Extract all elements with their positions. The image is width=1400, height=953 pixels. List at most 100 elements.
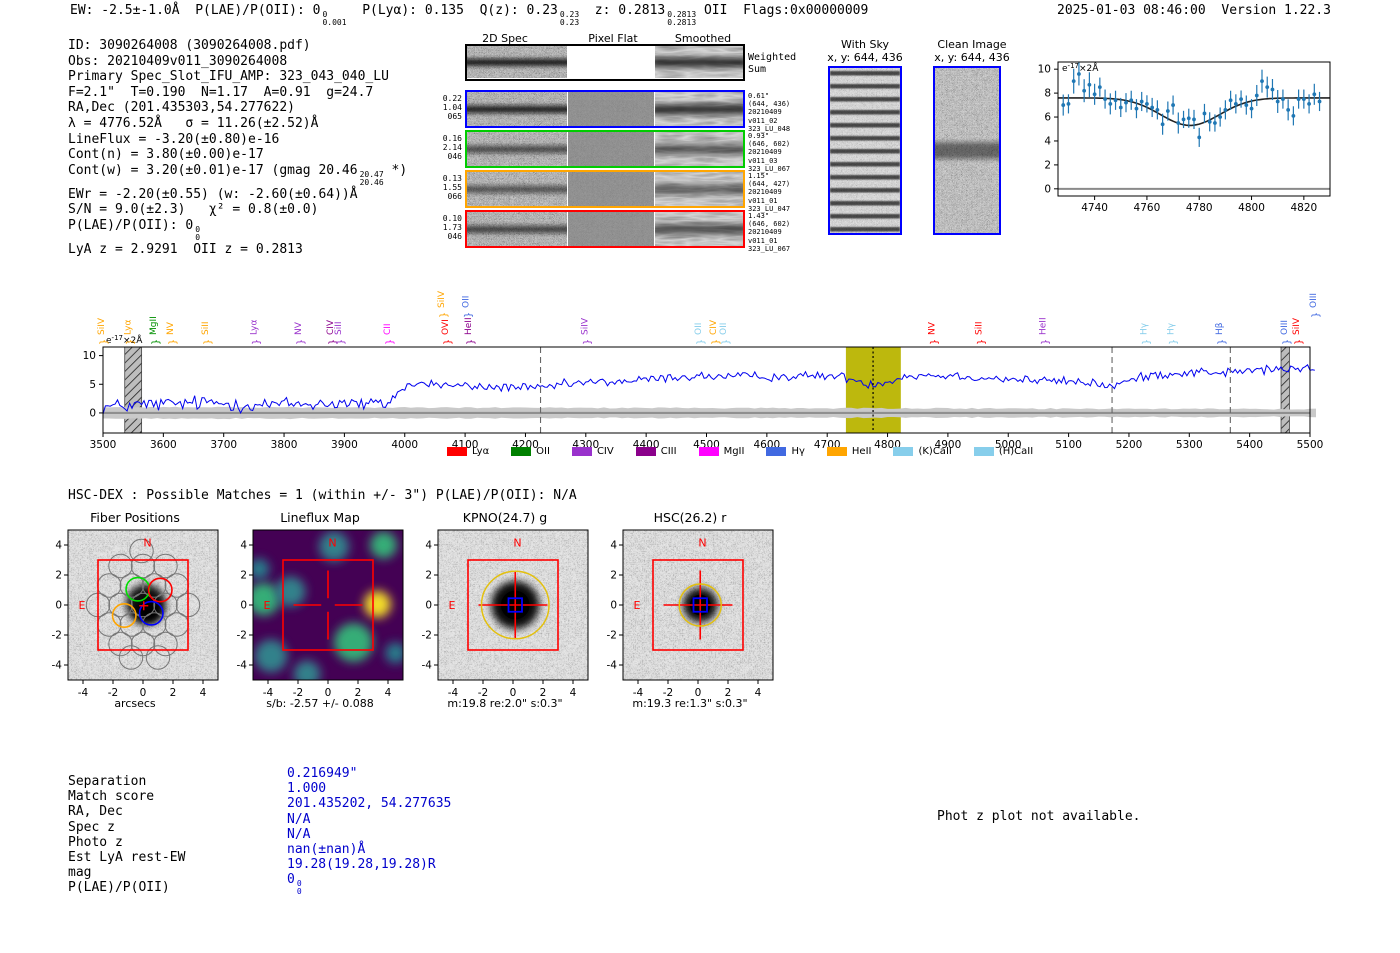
svg-text:4: 4 — [1044, 135, 1051, 147]
svg-text:{: { — [465, 339, 476, 345]
svg-text:OIII: OIII — [1280, 320, 1290, 335]
svg-text:{: { — [125, 339, 136, 345]
spec2d-row-left-label: 0.10 1.73 046 — [442, 214, 462, 241]
sup-sub-stack: 00 — [195, 224, 201, 242]
pixel-flat-image — [568, 46, 654, 79]
emission-line-marker: {NV — [928, 321, 940, 345]
svg-text:-2: -2 — [422, 630, 432, 642]
cutout-panel: N E -4 -4 -2 -2 0 0 2 2 4 4 — [595, 524, 785, 710]
info-line: Cont(n) = 3.80(±0.00)e-17 — [68, 147, 264, 163]
svg-text:SiIV: SiIV — [1292, 317, 1302, 335]
match-field-label: Est LyA rest-EW — [68, 850, 186, 866]
svg-text:4: 4 — [240, 540, 247, 552]
emission-line-marker: {MgII — [149, 316, 161, 345]
match-table-values: 0.216949" 1.000 201.435202, 54.277635 N/A N/… — [287, 766, 451, 896]
legend-item: Lyα — [447, 446, 489, 457]
cutout-image-image: NE-4-4-2-2002244 — [422, 529, 589, 699]
svg-text:{: { — [250, 339, 261, 345]
masked-region — [1280, 346, 1290, 434]
legend-swatch — [698, 447, 719, 456]
legend-item: HeII — [826, 446, 872, 457]
svg-text:4000: 4000 — [391, 439, 418, 450]
emission-line-marker: { SiII — [201, 321, 213, 345]
cutout-image-fibers: NE-4-4-2-2002244 — [52, 529, 219, 699]
svg-text:{: { — [463, 312, 474, 318]
emission-line-marker: {Hβ — [1215, 322, 1227, 345]
legend-swatch — [893, 447, 914, 456]
svg-text:5: 5 — [89, 379, 96, 391]
source-info-block: ID: 3090264008 (3090264008.pdf) Obs: 2021… — [68, 38, 407, 258]
svg-text:0: 0 — [89, 407, 96, 419]
match-field-value: 0.216949" — [287, 766, 358, 781]
timestamp-version: 2025-01-03 08:46:00 Version 1.22.3 — [1057, 3, 1331, 18]
svg-text:6: 6 — [1044, 112, 1051, 124]
svg-text:3600: 3600 — [150, 439, 177, 450]
svg-text:SiII: SiII — [334, 321, 344, 335]
full-spectrum-plot: 3500 3600 3700 3800 3900 4000 4100 4200 4300 4400… — [83, 290, 1324, 450]
svg-text:HeII: HeII — [1039, 317, 1049, 335]
svg-text:NV: NV — [166, 321, 176, 335]
clean-image-title: Clean Image x, y: 644, 436 — [934, 38, 1010, 64]
svg-text:{: { — [335, 339, 346, 345]
svg-text:10: 10 — [1038, 64, 1051, 76]
legend-label: HeII — [851, 446, 872, 457]
svg-text:4820: 4820 — [1290, 202, 1317, 214]
pixel-flat-image — [568, 92, 654, 126]
match-field-value: 000 — [287, 872, 302, 897]
cutout-image-lineflux: NE-4-4-2-2002244 — [237, 529, 404, 699]
east-label: E — [264, 599, 271, 612]
cutout-title: HSC(26.2) r — [653, 510, 727, 525]
sup-sub-stack: 0.23 0.23 — [559, 10, 580, 27]
svg-text:{: { — [1310, 312, 1321, 318]
hsc-dex-header: HSC-DEX : Possible Matches = 1 (within +… — [68, 488, 577, 503]
svg-text:3800: 3800 — [271, 439, 298, 450]
legend-swatch — [635, 447, 656, 456]
north-label: N — [698, 537, 706, 550]
smoothed-image — [655, 172, 743, 206]
svg-text:OIII: OIII — [1309, 293, 1319, 308]
emission-line-marker: { SiII — [334, 321, 346, 345]
east-label: E — [79, 599, 86, 612]
pixel-flat-image — [568, 132, 654, 166]
legend-swatch — [511, 447, 532, 456]
svg-text:8: 8 — [1044, 88, 1051, 100]
svg-text:SiIV: SiIV — [581, 317, 591, 335]
legend-item: CIV — [571, 446, 614, 457]
svg-text:SiII: SiII — [975, 321, 985, 335]
svg-text:NV: NV — [928, 321, 938, 335]
spec2d-row-right-label: 1.15" (644, 427) 20210409 v011_01 323_LU_047 — [748, 172, 791, 213]
cutout-caption: m:19.3 re:1.3" s:0.3" — [632, 697, 748, 710]
with-sky-image — [828, 66, 902, 235]
emission-line-marker: {OII — [694, 323, 706, 346]
svg-text:NV: NV — [294, 321, 304, 335]
spec2d-row — [465, 210, 745, 248]
svg-text:3500: 3500 — [90, 439, 117, 450]
legend-label: CIII — [660, 446, 677, 457]
pixel-flat-image — [568, 212, 654, 246]
emission-line-marker: {NV — [294, 321, 306, 345]
photz-note: Phot z plot not available. — [937, 809, 1141, 824]
east-label: E — [449, 599, 456, 612]
spec2d-image — [467, 132, 567, 166]
svg-text:SiII: SiII — [201, 321, 211, 335]
spec2d-row-right-label: 0.61" (644, 436) 20210409 v011_02 323_LU_048 — [748, 92, 791, 133]
cutout-image-image: NE-4-4-2-2002244 — [607, 529, 774, 699]
svg-text:2: 2 — [610, 570, 617, 582]
match-field-label: P(LAE)/P(OII) — [68, 880, 170, 896]
svg-text:10: 10 — [83, 350, 96, 362]
info-line: ID: 3090264008 (3090264008.pdf) — [68, 38, 311, 53]
emission-line-marker: {SiIV — [581, 317, 593, 345]
match-table-labels: Separation Match score RA, Dec Spec z Photo … — [68, 774, 185, 896]
legend-swatch — [447, 447, 467, 456]
elixer-report-page: { "header": { "parts": ["EW: -2.5±-1.0Å … — [0, 0, 1400, 953]
svg-text:{: { — [202, 339, 213, 345]
emission-line-marker: {Lyα — [249, 319, 261, 345]
north-label: N — [513, 537, 521, 550]
svg-text:4: 4 — [55, 540, 62, 552]
svg-text:-2: -2 — [607, 630, 617, 642]
svg-text:-2: -2 — [52, 630, 62, 642]
spec2d-image — [467, 212, 567, 246]
cutout-title: KPNO(24.7) g — [462, 510, 548, 525]
spectrum-line — [102, 364, 1315, 415]
legend-swatch — [973, 447, 994, 456]
